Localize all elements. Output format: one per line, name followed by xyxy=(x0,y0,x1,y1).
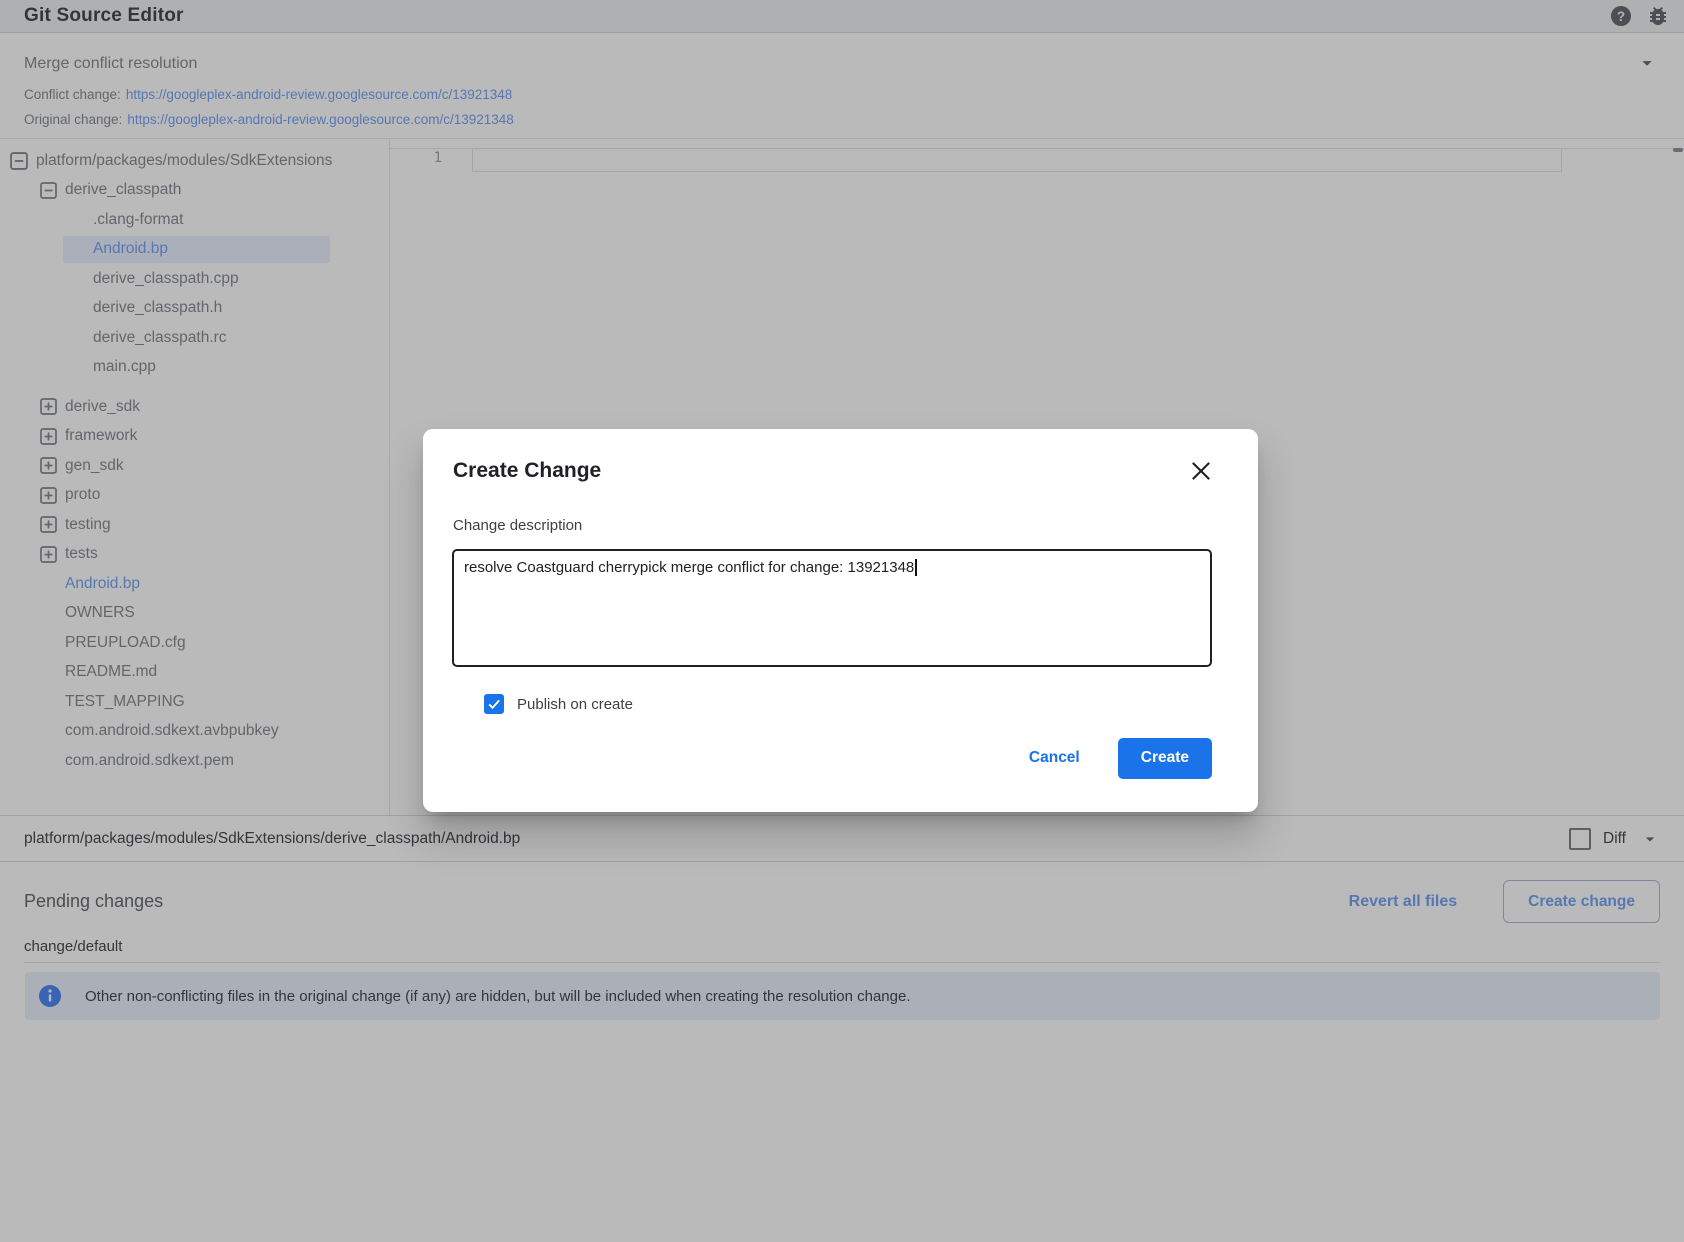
close-icon[interactable] xyxy=(1187,457,1215,485)
dialog-actions: Cancel Create xyxy=(1023,737,1212,779)
dialog-title: Create Change xyxy=(453,459,601,483)
publish-on-create-checkbox[interactable] xyxy=(484,694,504,714)
change-description-label: Change description xyxy=(453,517,582,534)
publish-on-create-label: Publish on create xyxy=(517,696,633,713)
change-description-input[interactable]: resolve Coastguard cherrypick merge conf… xyxy=(452,549,1212,667)
checkmark-icon xyxy=(486,696,502,712)
publish-on-create-row[interactable]: Publish on create xyxy=(484,694,633,714)
change-description-value: resolve Coastguard cherrypick merge conf… xyxy=(464,559,914,576)
create-change-dialog: Create Change Change description resolve… xyxy=(423,429,1258,812)
git-source-editor-app: Git Source Editor ? Merge conflict resol… xyxy=(0,0,1684,1242)
create-button[interactable]: Create xyxy=(1118,738,1212,779)
cancel-button[interactable]: Cancel xyxy=(1023,748,1086,768)
text-cursor xyxy=(915,559,917,576)
